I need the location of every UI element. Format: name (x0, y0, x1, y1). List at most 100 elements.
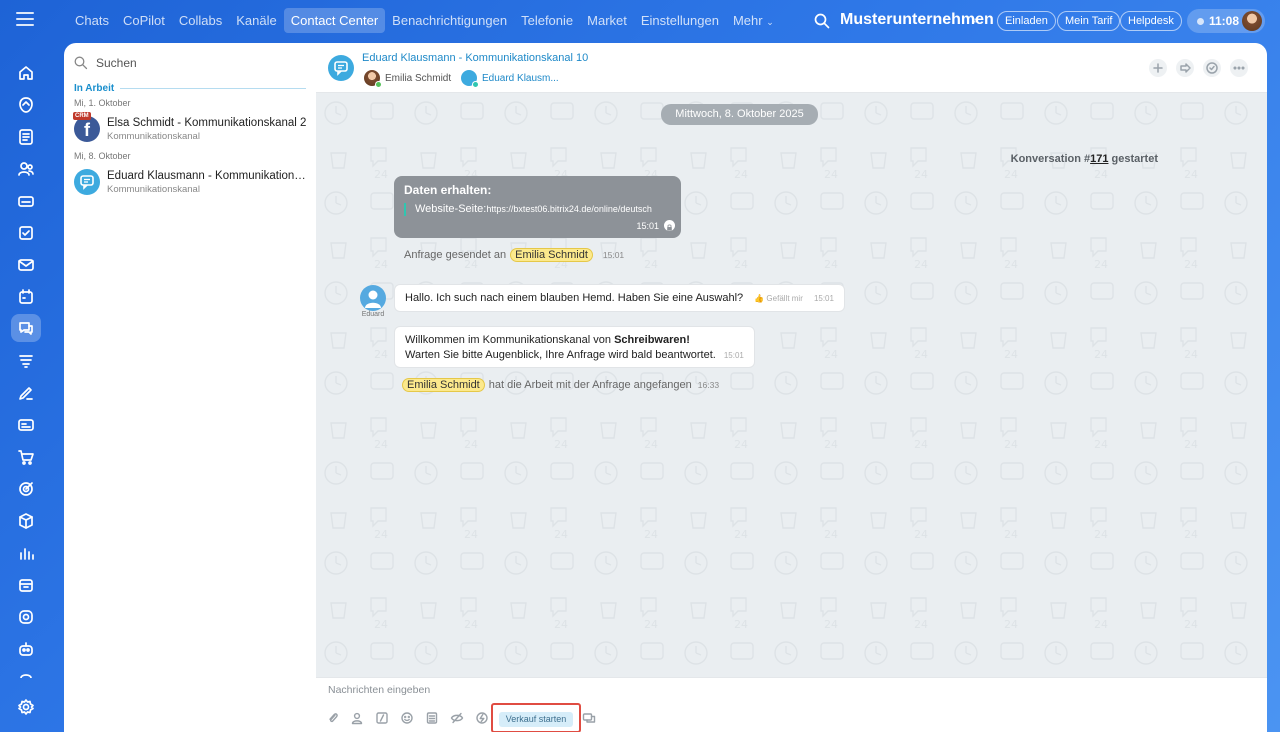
nav-chats[interactable]: Chats (68, 8, 116, 33)
left-rail (0, 42, 52, 732)
more-button[interactable] (1230, 59, 1248, 77)
nav-contact-center[interactable]: Contact Center (283, 8, 386, 33)
nav-telefonie[interactable]: Telefonie (514, 8, 580, 33)
search-label: Suchen (96, 56, 137, 70)
work-started-line: Emilia Schmidt hat die Arbeit mit der An… (402, 378, 719, 392)
message-input[interactable]: Nachrichten eingeben (328, 684, 430, 696)
welcome-text: Warten Sie bitte Augenblick, Ihre Anfrag… (405, 349, 716, 361)
member-eduard[interactable]: Eduard Klausm... (461, 69, 559, 88)
search-icon (74, 56, 88, 70)
time-widget[interactable]: 11:08 (1187, 9, 1265, 33)
template-icon[interactable] (425, 711, 439, 725)
home-icon[interactable] (17, 64, 35, 82)
mail-icon[interactable] (17, 256, 35, 274)
more-dots-icon (1233, 66, 1245, 70)
welcome-line-2: Warten Sie bitte Augenblick, Ihre Anfrag… (405, 348, 744, 363)
nav-market[interactable]: Market (580, 8, 634, 33)
top-bar: Chats CoPilot Collabs Kanäle Contact Cen… (0, 0, 1280, 42)
conversation-number-link[interactable]: 171 (1090, 153, 1108, 165)
inventory-box-icon[interactable] (17, 512, 35, 530)
sites-icon[interactable] (17, 416, 35, 434)
user-avatar[interactable] (1242, 11, 1262, 31)
quote-bar (404, 203, 406, 216)
welcome-prefix: Willkommen im Kommunikationskanal von (405, 334, 615, 346)
funnel-icon[interactable] (17, 352, 35, 370)
nav-collabs[interactable]: Collabs (172, 8, 229, 33)
chat-header: Eduard Klausmann - Kommunikationskanal 1… (316, 43, 1267, 93)
payment-icon[interactable] (475, 711, 489, 725)
contact-center-icon[interactable] (11, 314, 41, 342)
message-time: 15:01 (813, 294, 834, 303)
chat-bubble-icon (328, 55, 354, 81)
message-time: 15:01 (602, 250, 625, 260)
chat-window: 24 Eduard Klausmann - Kommunikationskana… (316, 43, 1267, 732)
search-icon[interactable] (814, 13, 830, 29)
attach-icon[interactable] (326, 711, 340, 725)
emoji-icon[interactable] (400, 711, 414, 725)
company-name[interactable]: Musterunternehmen (840, 11, 994, 29)
date-group-label: Mi, 1. Oktober (74, 98, 131, 108)
feed-icon[interactable] (17, 128, 35, 146)
helpdesk-button[interactable]: Helpdesk (1120, 11, 1182, 31)
forward-button[interactable] (1176, 59, 1194, 77)
like-label: Gefällt mir (766, 294, 803, 303)
tariff-button[interactable]: Mein Tarif (1057, 11, 1121, 31)
nav-copilot[interactable]: CoPilot (116, 8, 172, 33)
settings-gear-icon[interactable] (17, 698, 35, 716)
lock-icon (664, 220, 675, 231)
operator-name-tag[interactable]: Emilia Schmidt (402, 378, 485, 392)
nav-einstellungen[interactable]: Einstellungen (634, 8, 726, 33)
top-navigation: Chats CoPilot Collabs Kanäle Contact Cen… (68, 8, 781, 33)
nav-mehr[interactable]: Mehr ⌄ (726, 8, 781, 33)
finish-button[interactable] (1203, 59, 1221, 77)
add-user-button[interactable] (1149, 59, 1167, 77)
welcome-message[interactable]: Willkommen im Kommunikationskanal von Sc… (394, 326, 755, 368)
settings-sliders-icon[interactable]: ≠ (972, 15, 978, 27)
message-composer: Nachrichten eingeben Verkauf starten (316, 677, 1267, 732)
shop-cart-icon[interactable] (17, 448, 35, 466)
time-label: 11:08 (1209, 14, 1240, 28)
like-button[interactable]: 👍 Gefällt mir (754, 294, 803, 303)
menu-icon[interactable] (16, 12, 34, 28)
schedule-icon[interactable] (17, 576, 35, 594)
analytics-icon[interactable] (17, 544, 35, 562)
command-slash-icon[interactable] (375, 711, 389, 725)
nav-benachrichtigungen[interactable]: Benachrichtigungen (385, 8, 514, 33)
developer-icon[interactable] (17, 670, 35, 678)
status-dot-icon (375, 81, 382, 88)
user-message[interactable]: Hallo. Ich such nach einem blauben Hemd.… (394, 284, 845, 312)
hide-icon[interactable] (450, 711, 464, 725)
conversation-started: Konversation #171 gestartet (316, 153, 1158, 165)
invite-button[interactable]: Einladen (997, 11, 1056, 31)
chat-list-item[interactable]: f CRM Elsa Schmidt - Kommunikationskanal… (73, 112, 310, 144)
operator-name-tag[interactable]: Emilia Schmidt (510, 248, 593, 262)
sign-icon[interactable] (17, 384, 35, 402)
chat-search[interactable]: Suchen (74, 54, 137, 72)
start-sale-button[interactable]: Verkauf starten (499, 712, 573, 727)
welcome-company: Schreibwaren! (614, 334, 690, 346)
sender-name: Eduard (361, 311, 385, 318)
marketing-target-icon[interactable] (17, 480, 35, 498)
chat-forms-icon[interactable] (582, 711, 596, 725)
nav-kanaele[interactable]: Kanäle (229, 8, 283, 33)
chat-title[interactable]: Eduard Klausmann - Kommunikationskanal 1… (362, 52, 588, 64)
drive-icon[interactable] (17, 192, 35, 210)
data-received-message: Daten erhalten: Website-Seite:https://bx… (394, 176, 681, 238)
check-circle-icon (1206, 62, 1218, 74)
thumbs-up-icon: 👍 (754, 294, 765, 303)
automation-icon[interactable] (17, 608, 35, 626)
member-name: Eduard Klausm... (482, 72, 559, 84)
chat-list-panel: Suchen In Arbeit Mi, 1. Oktober f CRM El… (64, 43, 316, 732)
tasks-icon[interactable] (17, 224, 35, 242)
crm-contacts-icon[interactable] (17, 160, 35, 178)
chat-list-item[interactable]: Eduard Klausmann - Kommunikationskanal 1… (74, 167, 310, 197)
bot-icon[interactable] (17, 640, 35, 658)
member-emilia[interactable]: Emilia Schmidt (364, 69, 451, 88)
user-avatar-icon[interactable] (360, 285, 386, 311)
date-group-label: Mi, 8. Oktober (74, 151, 131, 161)
copilot-icon[interactable] (17, 96, 35, 114)
contact-person-icon[interactable] (350, 711, 364, 725)
website-url-link[interactable]: https://bxtest06.bitrix24.de/online/deut… (486, 204, 652, 214)
calendar-icon[interactable] (17, 288, 35, 306)
data-title: Daten erhalten: (404, 183, 492, 197)
